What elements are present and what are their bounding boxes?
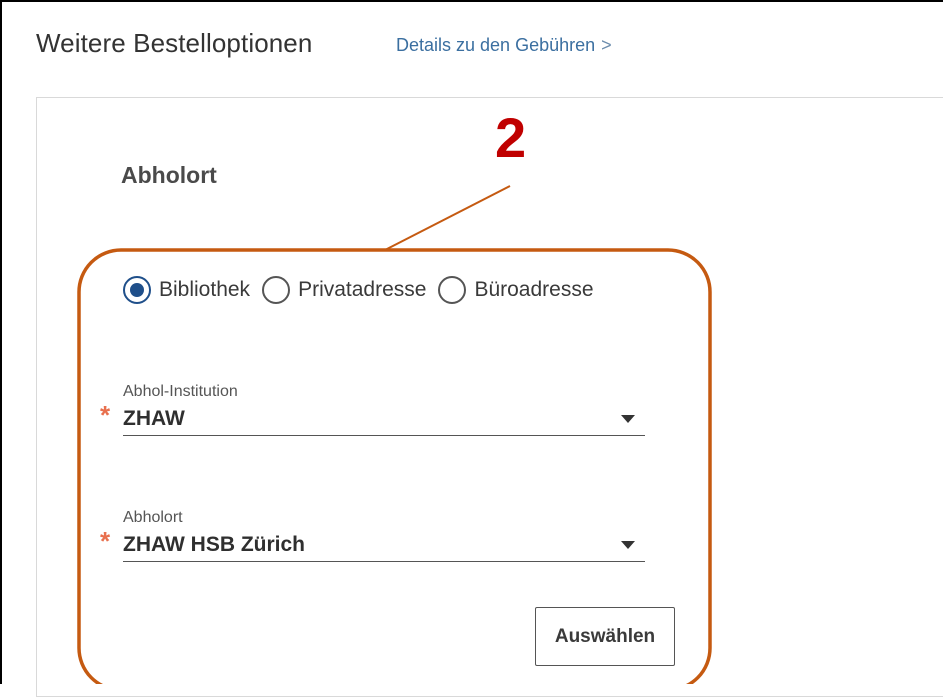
radio-unselected-icon [438, 276, 467, 304]
institution-value: ZHAW [123, 407, 185, 430]
radio-privatadresse[interactable]: Privatadresse [262, 276, 426, 304]
institution-select[interactable]: Abhol-Institution ZHAW [123, 383, 645, 436]
radio-selected-icon [123, 276, 151, 304]
pickup-location-label: Abholort [123, 509, 183, 526]
radio-bibliothek[interactable]: Bibliothek [123, 276, 250, 304]
required-marker: * [100, 526, 111, 556]
pickup-location-select[interactable]: Abholort ZHAW HSB Zürich [123, 509, 645, 562]
callout-leader-line [384, 185, 511, 251]
radio-label: Bibliothek [159, 278, 251, 301]
institution-value-row[interactable]: ZHAW [123, 407, 645, 436]
radio-bueroadresse[interactable]: Büroadresse [438, 276, 594, 304]
radio-label: Büroadresse [474, 278, 594, 301]
callout-annotation [77, 185, 712, 684]
chevron-down-icon[interactable] [621, 541, 635, 549]
chevron-down-icon[interactable] [621, 415, 635, 423]
delivery-type-radio-group: Bibliothek Privatadresse Büroadresse [123, 276, 606, 304]
pickup-location-value: ZHAW HSB Zürich [123, 533, 305, 556]
radio-unselected-icon [262, 276, 291, 304]
institution-label: Abhol-Institution [123, 383, 238, 400]
radio-label: Privatadresse [298, 278, 427, 301]
required-marker: * [100, 400, 111, 430]
pickup-location-value-row[interactable]: ZHAW HSB Zürich [123, 533, 645, 562]
select-button[interactable]: Auswählen [535, 607, 675, 666]
